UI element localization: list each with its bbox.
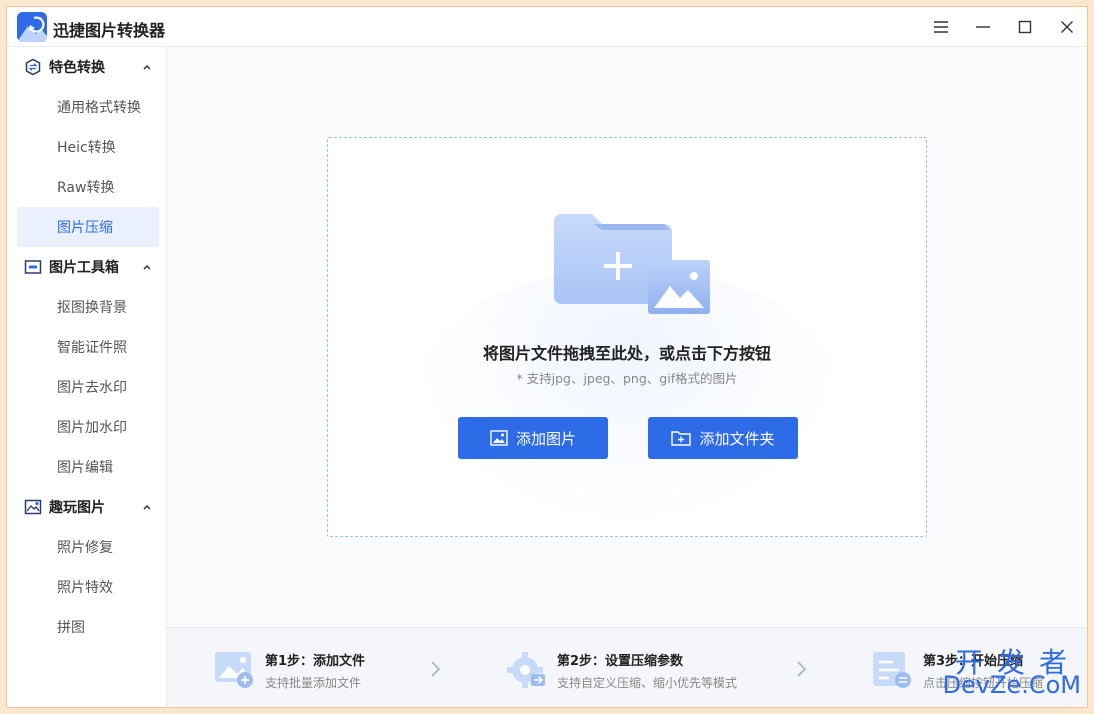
add-file-step-icon xyxy=(213,650,255,690)
sidebar-item-photo-effects[interactable]: 照片特效 xyxy=(17,567,159,607)
sidebar-item-cutout-background[interactable]: 抠图换背景 xyxy=(17,287,159,327)
sidebar-item-id-photo[interactable]: 智能证件照 xyxy=(17,327,159,367)
main-panel: 将图片文件拖拽至此处，或点击下方按钮 * 支持jpg、jpeg、png、gif格… xyxy=(167,47,1087,627)
drop-zone-title: 将图片文件拖拽至此处，或点击下方按钮 xyxy=(482,344,771,363)
fun-image-icon xyxy=(23,497,43,517)
step-desc: 支持批量添加文件 xyxy=(265,676,362,690)
image-icon xyxy=(490,430,508,446)
sidebar-item-image-compress[interactable]: 图片压缩 xyxy=(17,207,159,247)
sidebar-item-image-edit[interactable]: 图片编辑 xyxy=(17,447,159,487)
step-title: 第2步：设置压缩参数 xyxy=(557,654,684,669)
sidebar-group-label: 趣玩图片 xyxy=(49,500,105,516)
step-desc: 支持自定义压缩、缩小优先等模式 xyxy=(557,676,738,690)
chevron-up-icon xyxy=(143,264,151,270)
drop-zone-subtitle: * 支持jpg、jpeg、png、gif格式的图片 xyxy=(516,371,738,386)
chevron-up-icon xyxy=(143,64,151,70)
chevron-up-icon xyxy=(143,504,151,510)
settings-step-icon xyxy=(505,650,547,690)
chevron-right-icon xyxy=(431,661,441,677)
add-folder-illustration-icon xyxy=(552,212,712,322)
sidebar-group-fun-image[interactable]: 趣玩图片 xyxy=(17,487,157,527)
add-folder-label: 添加文件夹 xyxy=(699,429,775,448)
toolbox-icon xyxy=(23,257,43,277)
sidebar-item-general-convert[interactable]: 通用格式转换 xyxy=(17,87,159,127)
sidebar-item-add-watermark[interactable]: 图片加水印 xyxy=(17,407,159,447)
step-title: 第1步：添加文件 xyxy=(265,654,366,669)
add-image-button[interactable]: 添加图片 xyxy=(458,417,608,459)
minimize-icon[interactable] xyxy=(971,15,995,39)
sidebar-item-remove-watermark[interactable]: 图片去水印 xyxy=(17,367,159,407)
sidebar-group-label: 图片工具箱 xyxy=(49,260,119,276)
convert-icon xyxy=(23,57,43,77)
watermark-bottom: DevZe.CoM xyxy=(942,671,1081,699)
title-bar: 迅捷图片转换器 xyxy=(7,7,1087,47)
drop-zone[interactable]: 将图片文件拖拽至此处，或点击下方按钮 * 支持jpg、jpeg、png、gif格… xyxy=(327,137,927,537)
folder-plus-icon xyxy=(671,431,692,446)
sidebar-group-toolbox[interactable]: 图片工具箱 xyxy=(17,247,157,287)
compress-step-icon xyxy=(871,650,913,690)
sidebar-group-label: 特色转换 xyxy=(49,60,105,76)
add-image-label: 添加图片 xyxy=(515,429,576,448)
sidebar-group-special-convert[interactable]: 特色转换 xyxy=(17,47,157,87)
app-logo-icon xyxy=(17,12,47,42)
add-folder-button[interactable]: 添加文件夹 xyxy=(648,417,798,459)
sidebar-item-collage[interactable]: 拼图 xyxy=(17,607,159,647)
chevron-right-icon xyxy=(797,661,807,677)
sidebar-item-photo-repair[interactable]: 照片修复 xyxy=(17,527,159,567)
app-window: 迅捷图片转换器 特色转换 通用格式转换 Heic转换 Raw转换 图片压缩 图片… xyxy=(6,6,1088,708)
app-title: 迅捷图片转换器 xyxy=(53,21,166,40)
sidebar-item-raw-convert[interactable]: Raw转换 xyxy=(17,167,159,207)
sidebar-item-heic-convert[interactable]: Heic转换 xyxy=(17,127,159,167)
sidebar: 特色转换 通用格式转换 Heic转换 Raw转换 图片压缩 图片工具箱 抠图换背… xyxy=(7,47,167,707)
maximize-icon[interactable] xyxy=(1013,15,1037,39)
close-icon[interactable] xyxy=(1055,15,1079,39)
watermark-logo: 开发者 DevZe.CoM xyxy=(931,641,1081,701)
menu-icon[interactable] xyxy=(929,15,953,39)
